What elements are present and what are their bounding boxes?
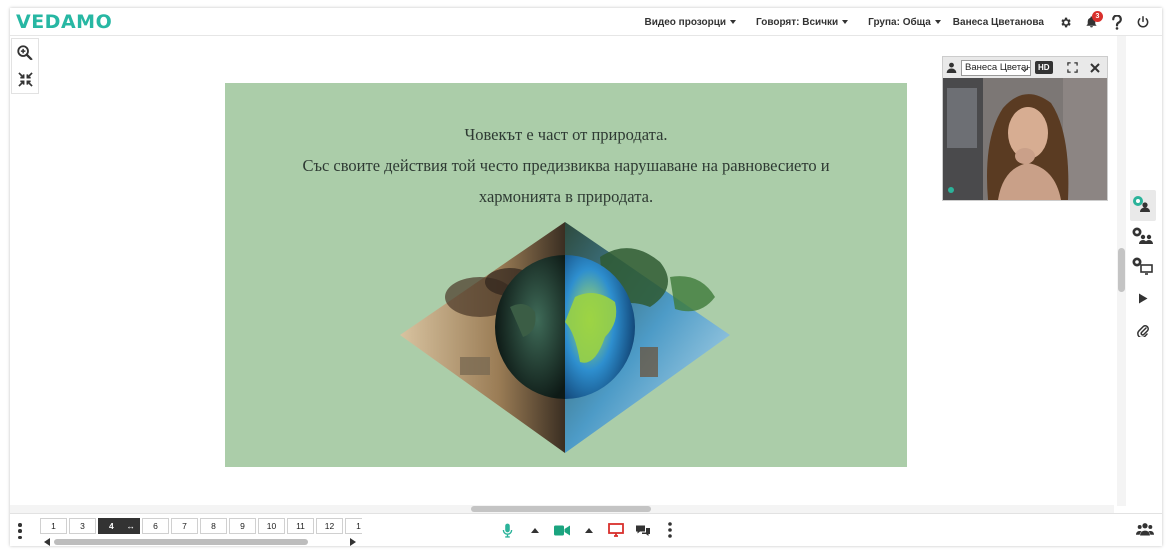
video-windows-label: Видео прозорци bbox=[644, 16, 727, 28]
attachments-button[interactable] bbox=[1130, 314, 1156, 345]
page-tab[interactable]: 9 bbox=[229, 518, 256, 534]
scroll-left-icon[interactable] bbox=[44, 538, 50, 546]
participants-icon bbox=[1136, 523, 1154, 536]
chevron-down-icon bbox=[934, 20, 941, 24]
kebab-icon bbox=[667, 522, 672, 538]
app-frame: VEDAMO Видео прозорци Говорят: Всички Гр… bbox=[10, 8, 1162, 546]
chat-icon bbox=[635, 525, 650, 536]
page-tab[interactable]: 11 bbox=[287, 518, 314, 534]
top-nav: Видео прозорци Говорят: Всички Група: Об… bbox=[645, 8, 1162, 36]
fullscreen-icon bbox=[1066, 62, 1078, 73]
slide-line-1: Човекът е част от природата. bbox=[464, 125, 668, 144]
camera-options-button[interactable] bbox=[575, 520, 602, 540]
close-video-button[interactable] bbox=[1089, 62, 1100, 73]
speaking-menu[interactable]: Говорят: Всички bbox=[756, 16, 849, 28]
slide-text: Човекът е част от природата. Със своите … bbox=[225, 119, 907, 212]
users-icon bbox=[1132, 227, 1153, 244]
chevron-up-icon bbox=[530, 527, 539, 533]
media-controls bbox=[494, 520, 683, 540]
page-tab[interactable]: 10 bbox=[258, 518, 285, 534]
chevron-down-icon bbox=[842, 20, 849, 24]
speaking-label: Говорят: Всички bbox=[756, 16, 839, 28]
vertical-scroll-thumb[interactable] bbox=[1118, 248, 1125, 292]
group-video-layout-button[interactable] bbox=[1130, 221, 1156, 252]
top-bar: VEDAMO Видео прозорци Говорят: Всички Гр… bbox=[10, 8, 1162, 36]
close-icon bbox=[1089, 62, 1100, 73]
side-toolbar bbox=[1130, 190, 1158, 345]
page-tabs: 1 3 4 ↔ 6 7 8 9 10 11 12 1 bbox=[40, 518, 362, 534]
page-tab[interactable]: 7 bbox=[171, 518, 198, 534]
group-label: Група: Обща bbox=[868, 16, 931, 28]
chevron-down-icon bbox=[730, 20, 737, 24]
notifications-button[interactable]: 3 bbox=[1078, 8, 1104, 36]
user-name[interactable]: Ванеса Цветанова bbox=[953, 17, 1044, 28]
page-tab[interactable]: 8 bbox=[200, 518, 227, 534]
page-tab-active[interactable]: 4 ↔ bbox=[98, 518, 140, 534]
page-tabs-scroll-thumb[interactable] bbox=[54, 539, 308, 545]
video-windows-menu[interactable]: Видео прозорци bbox=[645, 17, 737, 28]
vedamo-logo: VEDAMO bbox=[16, 11, 113, 33]
microphone-button[interactable] bbox=[494, 520, 521, 540]
participants-button[interactable] bbox=[1136, 522, 1154, 541]
participant-select[interactable]: Ванеса Цветанова bbox=[961, 59, 1031, 76]
microphone-icon bbox=[502, 523, 513, 538]
more-options-button[interactable] bbox=[656, 520, 683, 540]
earth-illustration bbox=[400, 222, 730, 453]
screen-share-button[interactable] bbox=[602, 520, 629, 540]
more-menu-button[interactable] bbox=[16, 523, 24, 539]
compress-icon bbox=[17, 72, 33, 87]
gear-icon bbox=[1060, 17, 1071, 27]
video-toolbar: Ванеса Цветанова HD bbox=[943, 57, 1107, 78]
user-icon bbox=[946, 62, 957, 73]
notification-badge: 3 bbox=[1092, 11, 1103, 22]
video-panel: Ванеса Цветанова HD bbox=[942, 56, 1108, 201]
logout-button[interactable] bbox=[1130, 8, 1156, 36]
screen-share-icon bbox=[607, 523, 624, 537]
slide-line-2: Със своите действия той често предизвикв… bbox=[302, 156, 830, 175]
resize-arrows-icon: ↔ bbox=[126, 521, 136, 531]
dot bbox=[18, 523, 22, 527]
hd-toggle[interactable]: HD bbox=[1035, 61, 1053, 74]
play-media-button[interactable] bbox=[1130, 283, 1156, 314]
horizontal-scrollbar[interactable] bbox=[10, 505, 1114, 513]
scroll-right-icon[interactable] bbox=[350, 538, 356, 546]
dot bbox=[18, 529, 22, 533]
page-tab[interactable]: 1 bbox=[40, 518, 67, 534]
chat-button[interactable] bbox=[629, 520, 656, 540]
dot bbox=[18, 535, 22, 539]
zoom-in-button[interactable] bbox=[12, 39, 38, 66]
camera-button[interactable] bbox=[548, 520, 575, 540]
page-tab[interactable]: 3 bbox=[69, 518, 96, 534]
page-tab[interactable]: 12 bbox=[316, 518, 343, 534]
active-page-number: 4 bbox=[109, 521, 114, 531]
fullscreen-button[interactable] bbox=[1066, 62, 1078, 73]
slide-line-3: хармонията в природата. bbox=[478, 187, 654, 206]
page-tab[interactable]: 1 bbox=[345, 518, 362, 534]
participant-video[interactable] bbox=[943, 78, 1107, 200]
chevron-up-icon bbox=[584, 527, 593, 533]
zoom-in-icon bbox=[17, 44, 33, 60]
presentation-slide[interactable]: Човекът е част от природата. Със своите … bbox=[225, 83, 907, 467]
microphone-options-button[interactable] bbox=[521, 520, 548, 540]
settings-button[interactable] bbox=[1052, 8, 1078, 36]
group-menu[interactable]: Група: Обща bbox=[868, 17, 941, 28]
webcam-image bbox=[943, 78, 1107, 200]
question-icon bbox=[1112, 14, 1122, 30]
screen-layout-button[interactable] bbox=[1130, 252, 1156, 283]
play-icon bbox=[1139, 293, 1148, 304]
help-button[interactable] bbox=[1104, 8, 1130, 36]
vertical-scrollbar[interactable] bbox=[1117, 36, 1126, 506]
monitor-icon bbox=[1132, 257, 1153, 275]
zoom-toolbar bbox=[11, 38, 39, 94]
bottom-bar: 1 3 4 ↔ 6 7 8 9 10 11 12 1 bbox=[10, 513, 1162, 546]
fit-screen-button[interactable] bbox=[12, 66, 38, 93]
horizontal-scroll-thumb[interactable] bbox=[471, 506, 651, 512]
single-video-layout-button[interactable] bbox=[1130, 190, 1156, 221]
power-icon bbox=[1137, 15, 1149, 28]
page-tabs-scrollbar[interactable] bbox=[44, 538, 356, 546]
page-tab[interactable]: 6 bbox=[142, 518, 169, 534]
camera-icon bbox=[553, 525, 570, 535]
user-video-icon bbox=[1133, 195, 1150, 212]
paperclip-icon bbox=[1137, 324, 1149, 337]
